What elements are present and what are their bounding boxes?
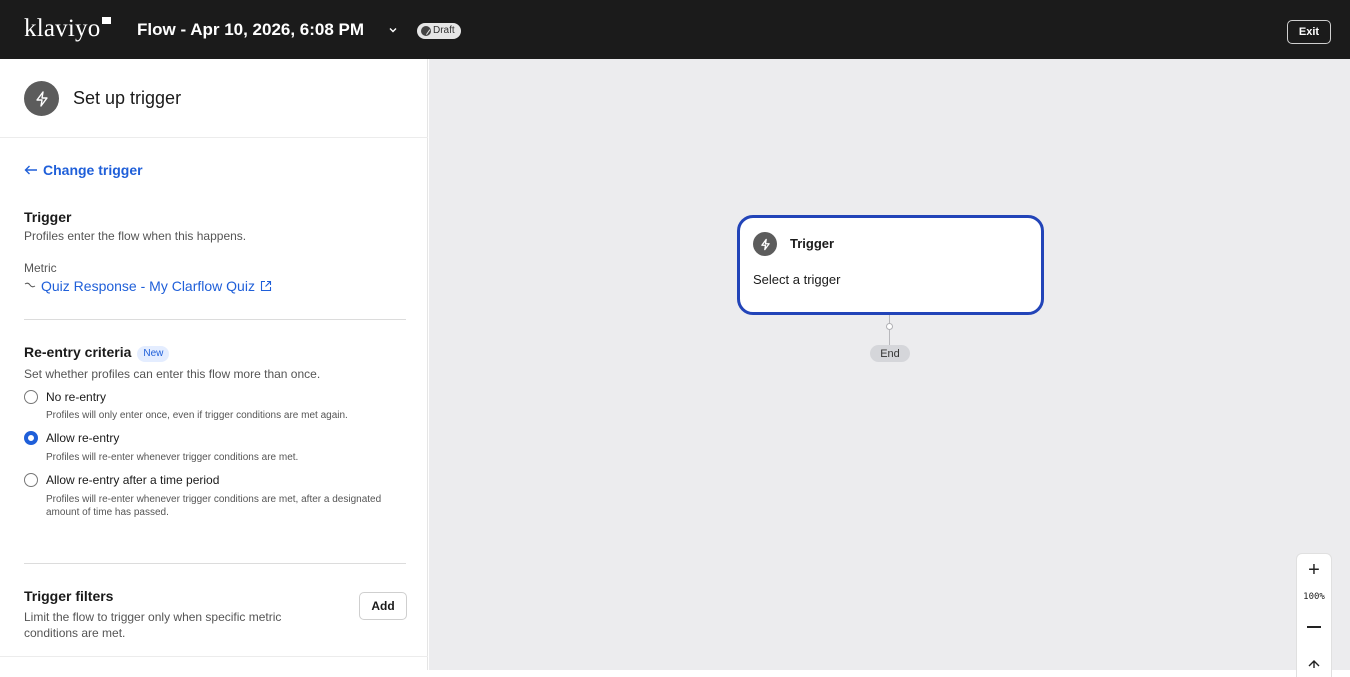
radio-reentry-time-period[interactable] xyxy=(24,473,38,487)
radio-label: Allow re-entry after a time period xyxy=(46,473,220,487)
reentry-option-time-period[interactable]: Allow re-entry after a time period xyxy=(24,473,219,487)
exit-button[interactable]: Exit xyxy=(1287,20,1331,44)
trigger-node-subtitle: Select a trigger xyxy=(753,272,841,287)
filters-section-description: Limit the flow to trigger only when spec… xyxy=(24,610,282,640)
metric-icon xyxy=(24,282,36,288)
trigger-section-title: Trigger xyxy=(24,209,72,225)
trigger-node-title: Trigger xyxy=(790,236,835,251)
filters-section-title: Trigger filters xyxy=(24,588,114,604)
reentry-section-description: Set whether profiles can enter this flow… xyxy=(24,367,321,381)
radio-allow-reentry[interactable] xyxy=(24,431,38,445)
flow-canvas[interactable]: Trigger Select a trigger End + 100% xyxy=(429,59,1350,677)
reentry-section-title: Re-entry criteria New xyxy=(24,344,170,362)
panel-bottom-border xyxy=(0,656,428,657)
radio-description: Profiles will re-enter whenever trigger … xyxy=(46,494,382,518)
connector-dot[interactable] xyxy=(886,323,893,330)
lightning-icon xyxy=(24,81,59,116)
panel-title: Set up trigger xyxy=(73,88,182,108)
zoom-in-button[interactable]: + xyxy=(1297,558,1331,582)
arrow-left-icon xyxy=(24,165,37,175)
new-badge: New xyxy=(137,346,170,362)
add-filter-button[interactable]: Add xyxy=(359,592,407,620)
end-node: End xyxy=(870,345,910,362)
top-bar: klaviyo Flow - Apr 10, 2026, 6:08 PM Dra… xyxy=(0,0,1350,59)
zoom-out-button[interactable] xyxy=(1307,626,1321,628)
radio-no-reentry[interactable] xyxy=(24,390,38,404)
node-connector xyxy=(889,315,890,345)
klaviyo-logo[interactable]: klaviyo xyxy=(24,16,100,41)
change-trigger-link[interactable]: Change trigger xyxy=(24,162,143,178)
divider xyxy=(24,563,406,564)
panel-header: Set up trigger xyxy=(0,59,428,138)
flow-title[interactable]: Flow - Apr 10, 2026, 6:08 PM xyxy=(137,20,364,40)
radio-description: Profiles will only enter once, even if t… xyxy=(46,410,348,421)
trigger-setup-panel: Set up trigger Change trigger Trigger Pr… xyxy=(0,59,428,670)
arrow-up-icon[interactable] xyxy=(1306,658,1322,668)
reentry-title-text: Re-entry criteria xyxy=(24,344,132,360)
external-link-icon xyxy=(260,280,272,292)
metric-link[interactable]: Quiz Response - My Clarflow Quiz xyxy=(24,278,272,294)
lightning-icon xyxy=(753,232,777,256)
divider xyxy=(24,319,406,320)
radio-label: No re-entry xyxy=(46,390,107,404)
zoom-controls: + 100% xyxy=(1296,553,1332,677)
status-badge-label: Draft xyxy=(433,25,455,36)
trigger-section-description: Profiles enter the flow when this happen… xyxy=(24,229,247,243)
reentry-option-allow-reentry[interactable]: Allow re-entry xyxy=(24,431,119,445)
reentry-option-no-reentry[interactable]: No re-entry xyxy=(24,390,106,404)
radio-label: Allow re-entry xyxy=(46,431,120,445)
draft-icon xyxy=(421,26,431,36)
radio-description: Profiles will re-enter whenever trigger … xyxy=(46,452,299,463)
trigger-node[interactable]: Trigger Select a trigger xyxy=(737,215,1044,315)
logo-flag-icon xyxy=(102,17,111,24)
status-badge: Draft xyxy=(417,23,461,39)
change-trigger-label: Change trigger xyxy=(43,162,143,178)
zoom-level: 100% xyxy=(1303,592,1325,602)
metric-value: Quiz Response - My Clarflow Quiz xyxy=(41,278,255,294)
metric-label: Metric xyxy=(24,261,57,275)
chevron-down-icon[interactable] xyxy=(389,26,397,34)
